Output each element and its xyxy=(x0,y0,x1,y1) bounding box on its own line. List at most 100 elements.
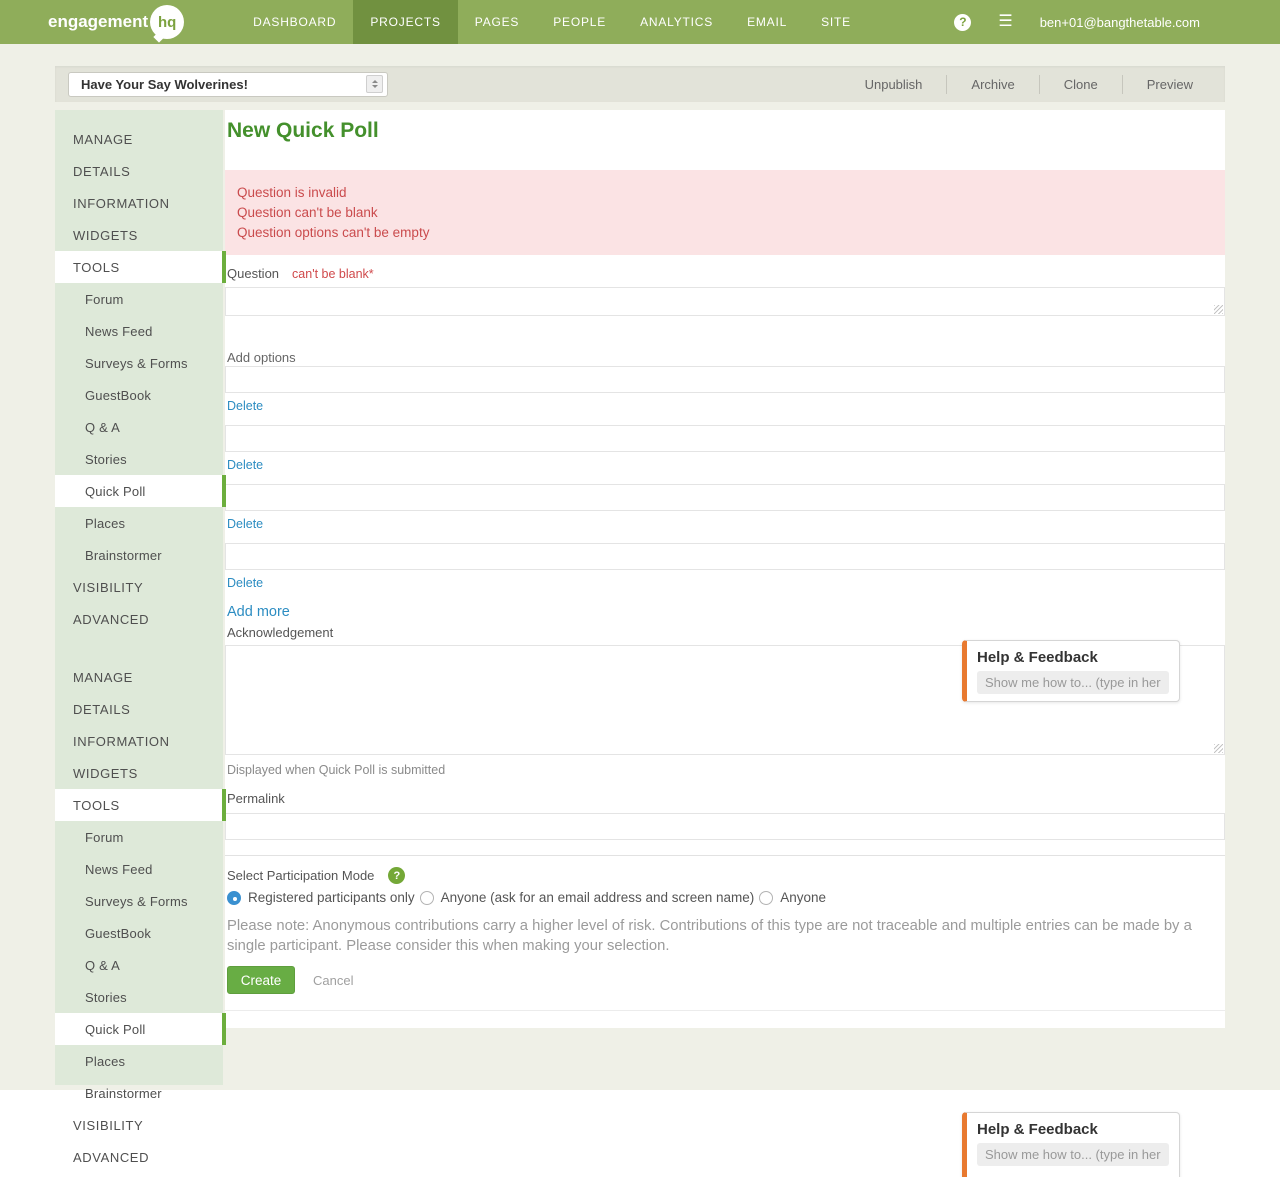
delete-option-link[interactable]: Delete xyxy=(227,458,263,472)
delete-option-link[interactable]: Delete xyxy=(227,576,263,590)
help-feedback-input[interactable] xyxy=(977,1143,1169,1166)
sidebar-item[interactable]: VISIBILITY xyxy=(55,571,222,603)
sidebar-item-label: Forum xyxy=(85,830,124,845)
nav-item[interactable]: PROJECTS xyxy=(353,0,457,44)
sidebar-item[interactable]: VISIBILITY xyxy=(55,1109,222,1141)
sidebar-item[interactable]: News Feed xyxy=(55,315,222,347)
sidebar-item-label: Surveys & Forms xyxy=(85,894,188,909)
sidebar-item[interactable]: Surveys & Forms xyxy=(55,885,222,917)
sidebar-item[interactable]: INFORMATION xyxy=(55,187,222,219)
create-button[interactable]: Create xyxy=(227,966,295,994)
sidebar-item[interactable]: Forum xyxy=(55,283,222,315)
add-more-link[interactable]: Add more xyxy=(227,604,290,620)
sidebar-item-label: Brainstormer xyxy=(85,548,162,563)
nav-item[interactable]: ANALYTICS xyxy=(623,0,730,44)
sidebar-item[interactable]: Brainstormer xyxy=(55,1077,222,1109)
sidebar-item[interactable]: INFORMATION xyxy=(55,725,222,757)
sidebar-item[interactable]: Surveys & Forms xyxy=(55,347,222,379)
sidebar-item[interactable]: ADVANCED xyxy=(55,1141,222,1173)
sidebar-item[interactable]: MANAGE xyxy=(55,661,222,693)
sidebar-item[interactable]: WIDGETS xyxy=(55,219,222,251)
sidebar-item[interactable]: Brainstormer xyxy=(55,539,222,571)
delete-option-link[interactable]: Delete xyxy=(227,517,263,531)
sidebar-item[interactable]: Q & A xyxy=(55,411,222,443)
participation-radio-option[interactable]: Anyone xyxy=(759,890,826,905)
toolbar-action[interactable]: Unpublish xyxy=(841,75,947,94)
poll-option-row: Delete xyxy=(225,484,1225,543)
sidebar-item[interactable]: GuestBook xyxy=(55,379,222,411)
sidebar-item[interactable]: DETAILS xyxy=(55,693,222,725)
sidebar-item-label: DETAILS xyxy=(73,164,130,179)
poll-option-input[interactable] xyxy=(225,425,1225,452)
sidebar-item[interactable]: Quick Poll xyxy=(55,475,222,507)
nav-item[interactable]: DASHBOARD xyxy=(236,0,353,44)
sidebar-item-label: VISIBILITY xyxy=(73,580,143,595)
sidebar-item-label: Stories xyxy=(85,452,127,467)
permalink-input[interactable] xyxy=(225,813,1225,840)
sidebar-item[interactable]: Places xyxy=(55,507,222,539)
nav-item[interactable]: EMAIL xyxy=(730,0,804,44)
question-label: Question xyxy=(227,266,279,281)
participation-radio-option[interactable]: Registered participants only xyxy=(227,890,415,905)
toolbar-action[interactable]: Preview xyxy=(1122,75,1217,94)
acknowledgement-label: Acknowledgement xyxy=(227,625,333,640)
help-icon[interactable]: ? xyxy=(954,14,971,31)
sidebar-item-label: ADVANCED xyxy=(73,612,149,627)
nav-item[interactable]: SITE xyxy=(804,0,868,44)
sidebar-item[interactable]: WIDGETS xyxy=(55,757,222,789)
acknowledgement-hint: Displayed when Quick Poll is submitted xyxy=(227,763,445,777)
question-inline-error: can't be blank* xyxy=(292,267,374,281)
poll-option-input[interactable] xyxy=(225,543,1225,570)
nav-item[interactable]: PEOPLE xyxy=(536,0,623,44)
sidebar-nav: MANAGE DETAILS INFORMATION WIDGETS TOOLS… xyxy=(55,123,222,635)
participation-radio-option[interactable]: Anyone (ask for an email address and scr… xyxy=(420,890,755,905)
radio-icon[interactable] xyxy=(227,891,241,905)
sidebar-item[interactable]: Quick Poll xyxy=(55,1013,222,1045)
cancel-link[interactable]: Cancel xyxy=(313,973,353,988)
sidebar-item-label: VISIBILITY xyxy=(73,1118,143,1133)
sidebar-item-label: Stories xyxy=(85,990,127,1005)
toolbar-action[interactable]: Clone xyxy=(1039,75,1122,94)
main-content: New Quick Poll Question is invalid Quest… xyxy=(225,110,1225,1028)
user-email[interactable]: ben+01@bangthetable.com xyxy=(1040,15,1200,30)
help-feedback-input[interactable] xyxy=(977,671,1169,694)
sidebar-item-label: Q & A xyxy=(85,958,120,973)
sidebar-item[interactable]: Stories xyxy=(55,443,222,475)
project-toolbar: Have Your Say Wolverines! Unpublish Arch… xyxy=(55,66,1225,102)
radio-icon[interactable] xyxy=(759,891,773,905)
help-feedback-widget: Help & Feedback xyxy=(962,1112,1180,1177)
sidebar-item[interactable]: Stories xyxy=(55,981,222,1013)
question-textarea[interactable] xyxy=(225,287,1225,316)
sidebar-item-label: GuestBook xyxy=(85,388,151,403)
sidebar-item-label: WIDGETS xyxy=(73,766,138,781)
participation-options: Registered participants only Anyone (ask… xyxy=(227,890,831,905)
sidebar-item-label: ADVANCED xyxy=(73,1150,149,1165)
sidebar-item[interactable]: GuestBook xyxy=(55,917,222,949)
delete-option-link[interactable]: Delete xyxy=(227,399,263,413)
list-icon[interactable]: ☰ xyxy=(998,14,1012,30)
brand-logo[interactable]: engagement hq xyxy=(48,5,184,39)
help-feedback-widget: Help & Feedback xyxy=(962,640,1180,702)
sidebar-item[interactable]: TOOLS xyxy=(55,251,222,283)
brand-hq-badge-icon: hq xyxy=(150,5,184,39)
sidebar-item[interactable]: ADVANCED xyxy=(55,603,222,635)
radio-icon[interactable] xyxy=(420,891,434,905)
poll-option-input[interactable] xyxy=(225,484,1225,511)
content-bottom-divider xyxy=(225,1010,1225,1011)
sidebar-item-label: Places xyxy=(85,1054,125,1069)
project-select[interactable]: Have Your Say Wolverines! xyxy=(68,72,388,97)
sidebar-item[interactable]: News Feed xyxy=(55,853,222,885)
help-question-icon[interactable]: ? xyxy=(388,867,405,884)
sidebar-item[interactable]: MANAGE xyxy=(55,123,222,155)
nav-item[interactable]: PAGES xyxy=(458,0,536,44)
poll-option-input[interactable] xyxy=(225,366,1225,393)
sidebar-item[interactable]: Q & A xyxy=(55,949,222,981)
sidebar-item[interactable]: TOOLS xyxy=(55,789,222,821)
page: engagement hq DASHBOARD PROJECTS PAGES P… xyxy=(0,0,1280,1177)
sidebar-item[interactable]: Places xyxy=(55,1045,222,1077)
toolbar-action[interactable]: Archive xyxy=(946,75,1038,94)
sidebar-item-label: Places xyxy=(85,516,125,531)
participation-mode-row: Select Participation Mode ? xyxy=(227,867,405,884)
sidebar-item[interactable]: Forum xyxy=(55,821,222,853)
sidebar-item[interactable]: DETAILS xyxy=(55,155,222,187)
